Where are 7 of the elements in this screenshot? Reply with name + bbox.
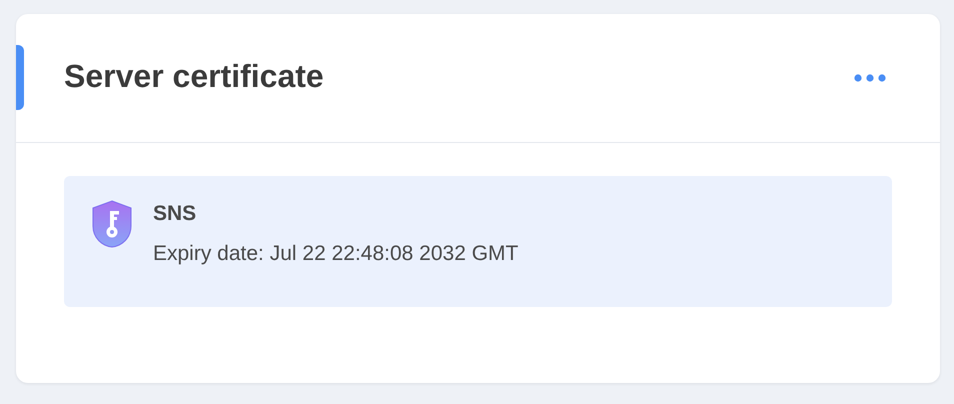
more-options-button[interactable] [852,72,888,84]
expiry-date: Expiry date: Jul 22 22:48:08 2032 GMT [153,241,518,267]
card-title: Server certificate [64,57,324,96]
certificate-name: SNS [153,201,198,227]
shield-key-icon [92,200,132,248]
more-icon [854,74,886,82]
accent-bar [16,45,24,110]
